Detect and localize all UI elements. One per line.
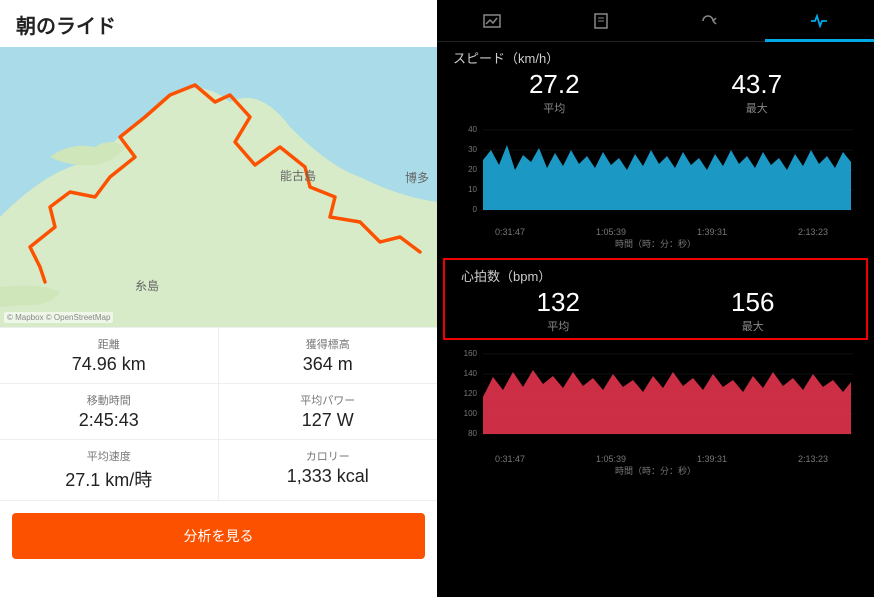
speed-avg-label: 平均 xyxy=(529,100,580,116)
ytick: 100 xyxy=(464,409,478,418)
xtick: 1:39:31 xyxy=(697,454,727,464)
stat-label: カロリー xyxy=(219,448,438,464)
hr-avg-value: 132 xyxy=(537,287,580,318)
stat-label: 獲得標高 xyxy=(219,336,438,352)
speed-xlabel: 時間（時：分：秒） xyxy=(453,237,858,250)
tab-charts[interactable] xyxy=(765,0,874,41)
ytick: 0 xyxy=(473,205,478,214)
stats-grid: 距離 74.96 km 獲得標高 364 m 移動時間 2:45:43 平均パワー 12… xyxy=(0,327,437,501)
tab-overview[interactable] xyxy=(437,0,546,41)
xtick: 1:05:39 xyxy=(596,454,626,464)
hr-chart[interactable]: 160 140 120 100 80 0:31:47 1:05:39 1:39:… xyxy=(437,342,874,483)
hr-max: 156最大 xyxy=(731,287,774,334)
stat-value: 1,333 kcal xyxy=(219,466,438,487)
xtick: 1:05:39 xyxy=(596,227,626,237)
route-map[interactable]: 能古島 糸島 博多 © Mapbox © OpenStreetMap xyxy=(0,47,437,327)
tab-laps[interactable] xyxy=(656,0,765,41)
stat-value: 2:45:43 xyxy=(0,410,218,431)
activity-charts-pane: スピード（km/h） 27.2平均 43.7最大 40 30 20 10 0 0… xyxy=(437,0,874,597)
stat-value: 27.1 km/時 xyxy=(0,466,218,492)
speed-chart-svg: 40 30 20 10 0 xyxy=(453,120,858,220)
speed-chart[interactable]: 40 30 20 10 0 0:31:47 1:05:39 1:39:31 2:… xyxy=(437,120,874,256)
speed-avg-value: 27.2 xyxy=(529,69,580,100)
tab-stats[interactable] xyxy=(546,0,655,41)
ytick: 120 xyxy=(464,389,478,398)
speed-max: 43.7最大 xyxy=(731,69,782,116)
ytick: 140 xyxy=(464,369,478,378)
ytick: 80 xyxy=(468,429,477,438)
ytick: 40 xyxy=(468,125,477,134)
map-attribution: © Mapbox © OpenStreetMap xyxy=(4,312,113,323)
stat-distance: 距離 74.96 km xyxy=(0,328,219,384)
stat-elevation: 獲得標高 364 m xyxy=(219,328,438,384)
activity-summary-pane: 朝のライド 能古島 糸島 博多 © Mapbox © OpenStreetMap… xyxy=(0,0,437,597)
stat-value: 74.96 km xyxy=(0,354,218,375)
stat-value: 127 W xyxy=(219,410,438,431)
stat-avg-speed: 平均速度 27.1 km/時 xyxy=(0,440,219,501)
speed-max-value: 43.7 xyxy=(731,69,782,100)
xtick: 0:31:47 xyxy=(495,227,525,237)
stat-value: 364 m xyxy=(219,354,438,375)
hr-max-label: 最大 xyxy=(731,318,774,334)
map-label-hakata: 博多 xyxy=(405,169,429,186)
hr-max-value: 156 xyxy=(731,287,774,318)
map-label-nokonoshima: 能古島 xyxy=(280,167,316,184)
speed-avg: 27.2平均 xyxy=(529,69,580,116)
stat-moving-time: 移動時間 2:45:43 xyxy=(0,384,219,440)
hr-chart-svg: 160 140 120 100 80 xyxy=(453,342,858,447)
hr-xlabel: 時間（時：分：秒） xyxy=(453,464,858,477)
document-icon xyxy=(594,13,608,29)
stat-label: 平均速度 xyxy=(0,448,218,464)
ytick: 10 xyxy=(468,185,477,194)
stat-label: 距離 xyxy=(0,336,218,352)
hr-avg-label: 平均 xyxy=(537,318,580,334)
xtick: 1:39:31 xyxy=(697,227,727,237)
stat-calories: カロリー 1,333 kcal xyxy=(219,440,438,501)
image-icon xyxy=(483,14,501,28)
xtick: 2:13:23 xyxy=(798,454,828,464)
speed-xaxis: 0:31:47 1:05:39 1:39:31 2:13:23 xyxy=(453,225,858,237)
speed-max-label: 最大 xyxy=(731,100,782,116)
hr-title: 心拍数（bpm） xyxy=(461,266,850,285)
stat-label: 移動時間 xyxy=(0,392,218,408)
hr-panel-highlighted: 心拍数（bpm） 132平均 156最大 xyxy=(443,258,868,340)
xtick: 0:31:47 xyxy=(495,454,525,464)
map-svg xyxy=(0,47,437,327)
lap-icon xyxy=(700,14,720,28)
activity-title: 朝のライド xyxy=(0,0,437,47)
stat-label: 平均パワー xyxy=(219,392,438,408)
hr-avg: 132平均 xyxy=(537,287,580,334)
stat-avg-power: 平均パワー 127 W xyxy=(219,384,438,440)
xtick: 2:13:23 xyxy=(798,227,828,237)
tab-bar xyxy=(437,0,874,42)
ytick: 160 xyxy=(464,349,478,358)
speed-panel: スピード（km/h） 27.2平均 43.7最大 xyxy=(437,42,874,120)
pulse-icon xyxy=(810,14,828,28)
hr-xaxis: 0:31:47 1:05:39 1:39:31 2:13:23 xyxy=(453,452,858,464)
speed-title: スピード（km/h） xyxy=(453,48,858,67)
ytick: 20 xyxy=(468,165,477,174)
ytick: 30 xyxy=(468,145,477,154)
analyze-button[interactable]: 分析を見る xyxy=(12,513,425,559)
map-label-itoshima: 糸島 xyxy=(135,277,159,294)
